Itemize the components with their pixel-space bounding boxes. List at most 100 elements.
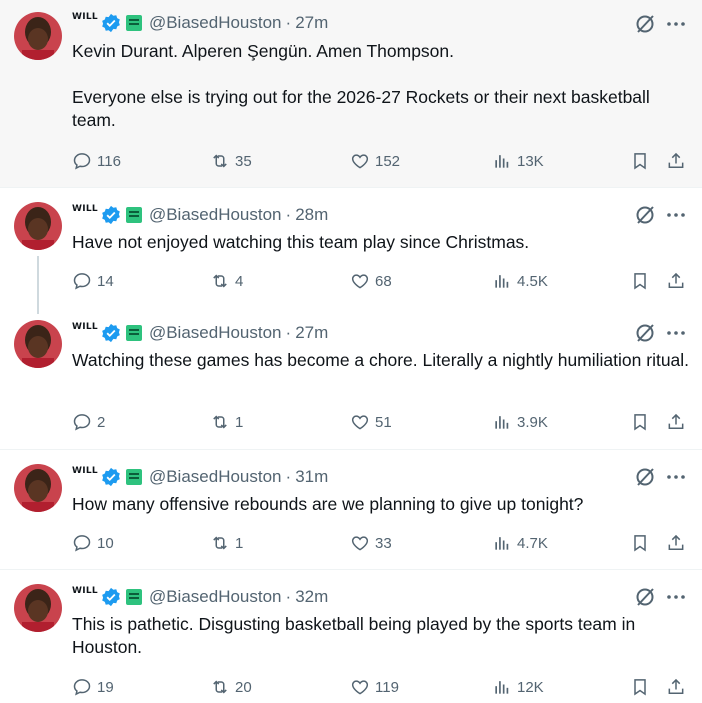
more-icon[interactable] bbox=[664, 586, 688, 608]
grok-icon[interactable] bbox=[634, 204, 656, 226]
handle[interactable]: @BiasedHouston bbox=[149, 13, 282, 33]
grok-icon[interactable] bbox=[634, 466, 656, 488]
retweet-icon bbox=[213, 415, 227, 429]
views-button[interactable]: 3.9K bbox=[492, 411, 548, 433]
retweet-button[interactable]: 4 bbox=[210, 270, 243, 292]
views-icon bbox=[495, 155, 509, 168]
tweet[interactable]: WILL @BiasedHouston · 32m This is pathet… bbox=[0, 570, 702, 703]
views-icon bbox=[495, 537, 509, 550]
heart-icon bbox=[351, 154, 369, 169]
tweet-actions: 19 20 119 12K bbox=[72, 676, 692, 698]
reply-button[interactable]: 10 bbox=[72, 532, 114, 554]
timestamp[interactable]: 31m bbox=[295, 467, 328, 487]
retweet-icon bbox=[213, 154, 227, 168]
handle[interactable]: @BiasedHouston bbox=[149, 587, 282, 607]
bookmark-button[interactable] bbox=[630, 270, 650, 292]
bookmark-button[interactable] bbox=[630, 676, 650, 698]
display-name[interactable]: WILL bbox=[72, 466, 98, 476]
retweet-count: 1 bbox=[235, 413, 244, 431]
separator: · bbox=[285, 587, 292, 606]
verified-badge-icon bbox=[101, 467, 121, 487]
avatar[interactable] bbox=[14, 202, 62, 250]
share-button[interactable] bbox=[666, 532, 686, 554]
share-button[interactable] bbox=[666, 150, 686, 172]
retweet-button[interactable]: 1 bbox=[210, 411, 243, 433]
retweet-icon bbox=[213, 536, 227, 550]
share-button[interactable] bbox=[666, 676, 686, 698]
bookmark-icon bbox=[634, 273, 646, 290]
retweet-button[interactable]: 35 bbox=[210, 150, 252, 172]
share-button[interactable] bbox=[666, 270, 686, 292]
tweet[interactable]: WILL @BiasedHouston · 31m How many offen… bbox=[0, 450, 702, 570]
like-count: 152 bbox=[375, 152, 401, 170]
share-icon bbox=[668, 678, 684, 694]
tweet-header: WILL @BiasedHouston · 27m bbox=[72, 322, 328, 344]
views-button[interactable]: 4.7K bbox=[492, 532, 548, 554]
more-icon[interactable] bbox=[664, 204, 688, 226]
verified-badge-icon bbox=[101, 13, 121, 33]
views-icon bbox=[495, 275, 509, 288]
grok-icon[interactable] bbox=[634, 322, 656, 344]
avatar[interactable] bbox=[14, 320, 62, 368]
reply-count: 14 bbox=[97, 272, 114, 290]
more-icon[interactable] bbox=[664, 466, 688, 488]
timestamp[interactable]: 27m bbox=[295, 13, 328, 33]
grok-icon[interactable] bbox=[634, 13, 656, 35]
views-icon bbox=[495, 416, 509, 429]
kalshi-sports-affiliate-icon[interactable] bbox=[125, 588, 143, 606]
verified-badge-icon bbox=[101, 205, 121, 225]
handle[interactable]: @BiasedHouston bbox=[149, 205, 282, 225]
tweet[interactable]: WILL @BiasedHouston · 28m Have not enjoy… bbox=[0, 188, 702, 450]
kalshi-sports-affiliate-icon[interactable] bbox=[125, 468, 143, 486]
retweet-button[interactable]: 1 bbox=[210, 532, 243, 554]
like-button[interactable]: 68 bbox=[350, 270, 392, 292]
kalshi-sports-affiliate-icon[interactable] bbox=[125, 206, 143, 224]
handle[interactable]: @BiasedHouston bbox=[149, 323, 282, 343]
display-name[interactable]: WILL bbox=[72, 586, 98, 596]
views-button[interactable]: 12K bbox=[492, 676, 544, 698]
reply-button[interactable]: 116 bbox=[72, 150, 121, 172]
reply-button[interactable]: 14 bbox=[72, 270, 114, 292]
like-button[interactable]: 152 bbox=[350, 150, 400, 172]
grok-icon[interactable] bbox=[634, 586, 656, 608]
retweet-count: 20 bbox=[235, 678, 252, 696]
reply-icon bbox=[73, 535, 91, 552]
views-icon bbox=[495, 681, 509, 694]
separator: · bbox=[285, 323, 292, 342]
kalshi-sports-affiliate-icon[interactable] bbox=[125, 14, 143, 32]
timestamp[interactable]: 32m bbox=[295, 587, 328, 607]
display-name[interactable]: WILL bbox=[72, 204, 98, 214]
bookmark-button[interactable] bbox=[630, 411, 650, 433]
more-icon[interactable] bbox=[664, 322, 688, 344]
avatar[interactable] bbox=[14, 464, 62, 512]
like-button[interactable]: 119 bbox=[350, 676, 399, 698]
retweet-button[interactable]: 20 bbox=[210, 676, 252, 698]
display-name[interactable]: WILL bbox=[72, 12, 98, 22]
avatar[interactable] bbox=[14, 12, 62, 60]
handle[interactable]: @BiasedHouston bbox=[149, 467, 282, 487]
heart-icon bbox=[351, 415, 369, 430]
views-button[interactable]: 13K bbox=[492, 150, 544, 172]
share-button[interactable] bbox=[666, 411, 686, 433]
avatar[interactable] bbox=[14, 584, 62, 632]
reply-icon bbox=[73, 153, 91, 170]
reply-button[interactable]: 19 bbox=[72, 676, 114, 698]
more-icon[interactable] bbox=[664, 13, 688, 35]
kalshi-sports-affiliate-icon[interactable] bbox=[125, 324, 143, 342]
views-button[interactable]: 4.5K bbox=[492, 270, 548, 292]
reply-icon bbox=[73, 273, 91, 290]
thread-connector bbox=[37, 256, 39, 314]
timestamp[interactable]: 27m bbox=[295, 323, 328, 343]
tweet-text: Have not enjoyed watching this team play… bbox=[72, 231, 692, 254]
tweet-actions: 10 1 33 4.7K bbox=[72, 532, 692, 554]
timestamp[interactable]: 28m bbox=[295, 205, 328, 225]
tweet-header: WILL @BiasedHouston · 31m bbox=[72, 466, 328, 488]
tweet[interactable]: WILL @BiasedHouston · 27m Kevin Durant. … bbox=[0, 0, 702, 188]
like-button[interactable]: 51 bbox=[350, 411, 392, 433]
tweet-text-content: How many offensive rebounds are we plann… bbox=[72, 494, 584, 514]
display-name[interactable]: WILL bbox=[72, 322, 98, 332]
bookmark-button[interactable] bbox=[630, 150, 650, 172]
reply-button[interactable]: 2 bbox=[72, 411, 105, 433]
like-button[interactable]: 33 bbox=[350, 532, 392, 554]
bookmark-button[interactable] bbox=[630, 532, 650, 554]
